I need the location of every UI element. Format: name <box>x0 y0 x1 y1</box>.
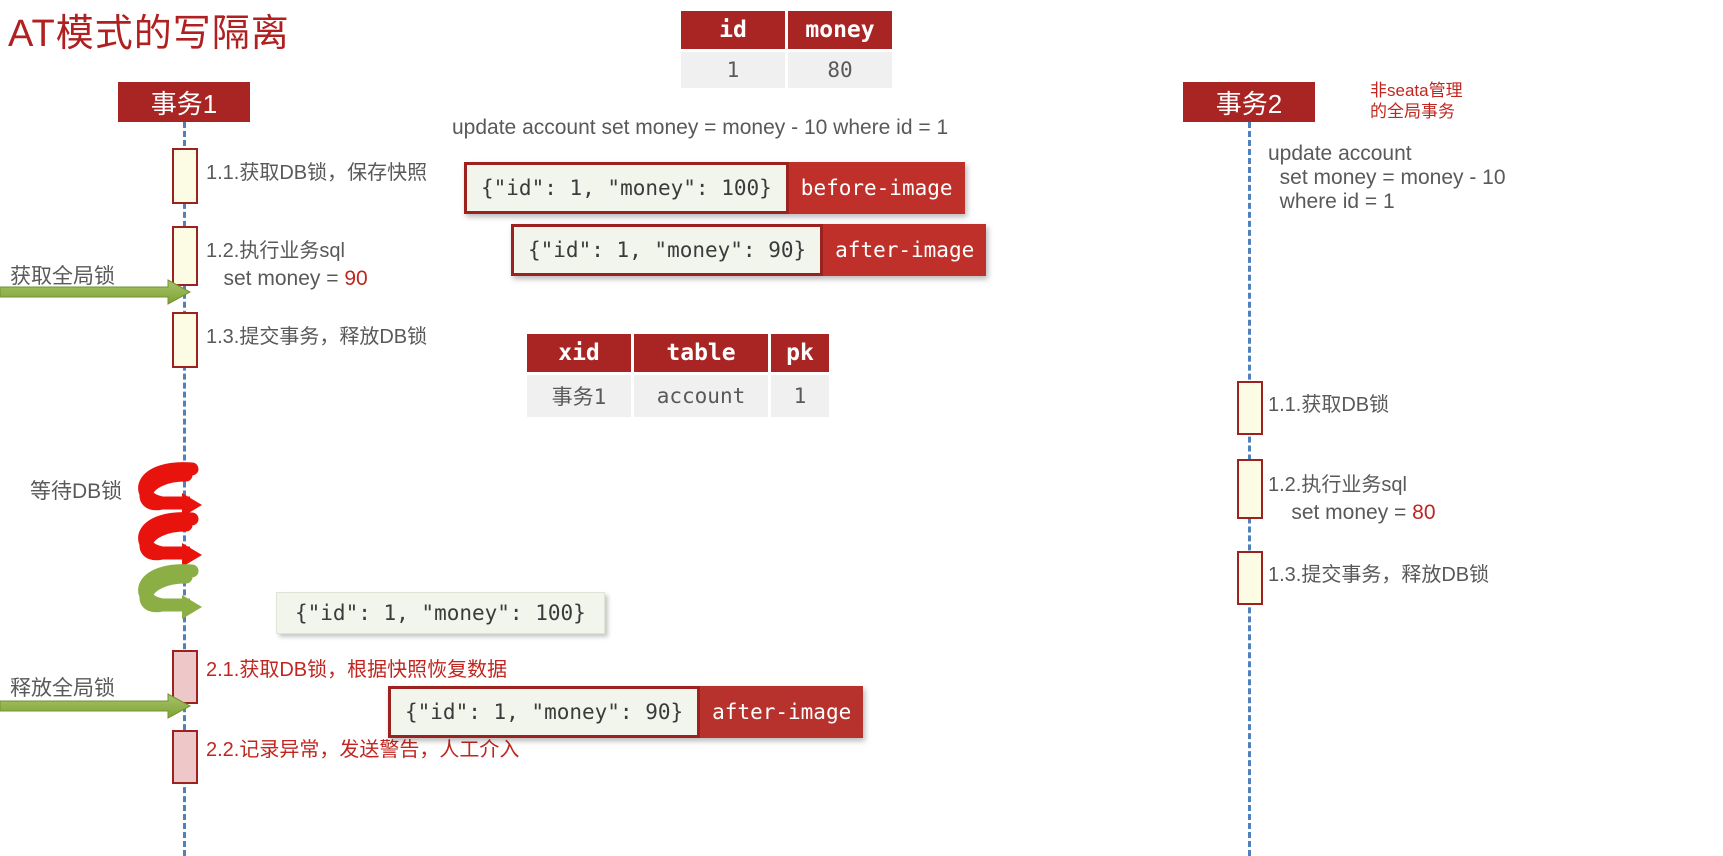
activation-bar-1-3 <box>172 312 198 368</box>
cell-money: 80 <box>788 52 892 88</box>
column-header-table: table <box>634 334 768 372</box>
cell-table: account <box>634 375 768 417</box>
before-image-callout: {"id": 1, "money": 100} before-image <box>464 162 965 214</box>
step-label-1-1: 1.1.获取DB锁，保存快照 <box>206 162 428 184</box>
arrow-acquire-global-lock <box>0 279 192 305</box>
step-label-1-3: 1.3.提交事务，释放DB锁 <box>206 326 428 348</box>
rollback-after-image-json: {"id": 1, "money": 90} <box>388 686 701 738</box>
activation-bar-1-1 <box>172 148 198 204</box>
page-title: AT模式的写隔离 <box>8 13 290 55</box>
account-table-grid: id money 1 80 <box>678 8 895 91</box>
after-image-tag: after-image <box>823 224 987 276</box>
table-header-row: id money <box>681 11 892 49</box>
spiral-green-loop <box>138 564 202 619</box>
column-header-pk: pk <box>771 334 829 372</box>
cell-xid: 事务1 <box>527 375 631 417</box>
global-lock-table-grid: xid table pk 事务1 account 1 <box>524 331 832 420</box>
after-image-callout: {"id": 1, "money": 90} after-image <box>511 224 987 276</box>
lane2-step-sql-value: 80 <box>1412 501 1436 524</box>
spiral-red-loop-1 <box>138 462 202 517</box>
after-image-json: {"id": 1, "money": 90} <box>511 224 824 276</box>
activation-bar-2lane-1-3 <box>1237 551 1263 605</box>
rollback-after-image-callout: {"id": 1, "money": 90} after-image <box>388 686 864 738</box>
step-sql-1-2: set money = 90 <box>206 266 368 292</box>
before-image-json: {"id": 1, "money": 100} <box>464 162 789 214</box>
cell-id: 1 <box>681 52 785 88</box>
step-label-2-2: 2.2.记录异常，发送警告，人工介入 <box>206 739 520 761</box>
column-header-id: id <box>681 11 785 49</box>
arrow-release-global-lock <box>0 693 192 719</box>
activation-bar-2-2 <box>172 730 198 784</box>
rollback-after-image-tag: after-image <box>700 686 864 738</box>
column-header-xid: xid <box>527 334 631 372</box>
lane2-sql-line-2: set money = money - 10 <box>1268 166 1506 189</box>
lane-header-transaction-2: 事务2 <box>1183 82 1315 122</box>
activation-bar-1-2 <box>172 226 198 286</box>
lane2-step-label-1-2: 1.2.执行业务sql <box>1268 474 1407 496</box>
lane2-step-sql-prefix: set money = <box>1268 501 1413 524</box>
rollback-snapshot-box: {"id": 1, "money": 100} <box>276 592 605 634</box>
step-label-1-2: 1.2.执行业务sql <box>206 240 345 262</box>
lane2-step-label-1-3: 1.3.提交事务，释放DB锁 <box>1268 564 1490 586</box>
lane2-step-label-1-1: 1.1.获取DB锁 <box>1268 394 1390 416</box>
step-sql-1-2-prefix: set money = <box>206 267 345 290</box>
table-header-row: xid table pk <box>527 334 829 372</box>
lane2-step-sql-1-2: set money = 80 <box>1268 500 1436 526</box>
label-wait-db-lock: 等待DB锁 <box>30 480 123 503</box>
lane2-sql-line-1: update account <box>1268 142 1412 165</box>
table-row: 1 80 <box>681 52 892 88</box>
column-header-money: money <box>788 11 892 49</box>
account-table: id money 1 80 <box>678 8 895 91</box>
cell-pk: 1 <box>771 375 829 417</box>
lane-header-transaction-1: 事务1 <box>118 82 250 122</box>
spiral-wait-arrows <box>138 462 202 619</box>
lane2-sql-line-3: where id = 1 <box>1268 190 1395 213</box>
table-row: 事务1 account 1 <box>527 375 829 417</box>
step-label-2-1: 2.1.获取DB锁，根据快照恢复数据 <box>206 659 508 681</box>
activation-bar-2lane-1-1 <box>1237 381 1263 435</box>
note-non-seata-global-transaction: 非seata管理 的全局事务 <box>1370 81 1463 121</box>
activation-bar-2lane-1-2 <box>1237 459 1263 519</box>
step-sql-1-2-value: 90 <box>344 267 368 290</box>
before-image-tag: before-image <box>788 162 965 214</box>
global-lock-table: xid table pk 事务1 account 1 <box>524 331 832 420</box>
spiral-red-loop-2 <box>138 512 202 567</box>
main-sql-statement: update account set money = money - 10 wh… <box>452 116 949 139</box>
